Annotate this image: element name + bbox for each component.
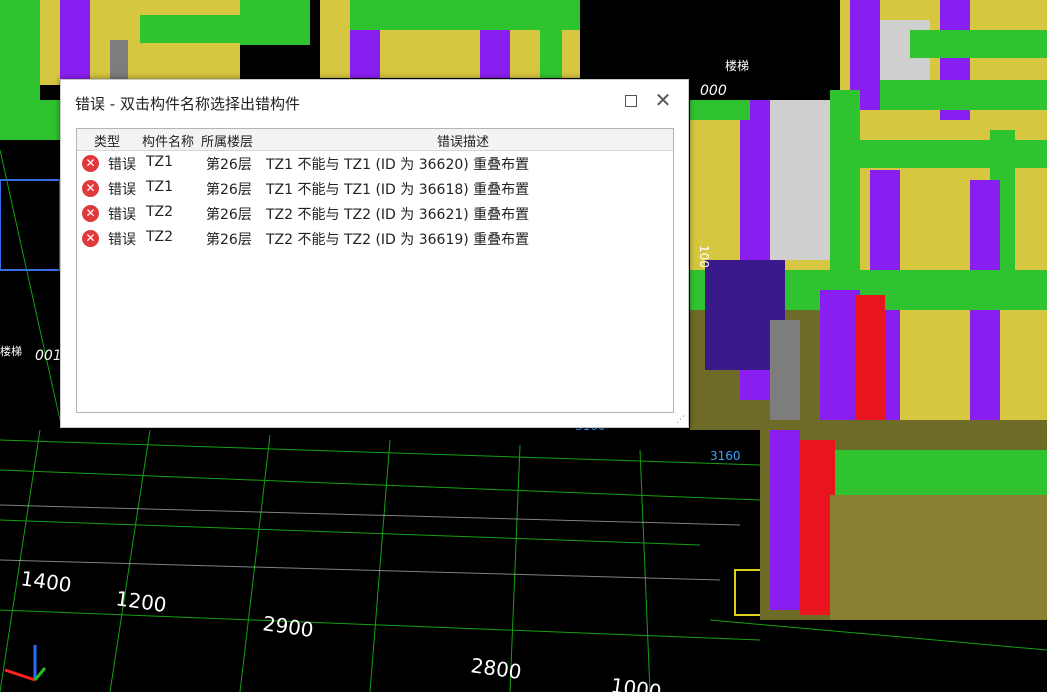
column-header-desc[interactable]: 错误描述 — [437, 131, 489, 150]
cell-name[interactable]: TZ1 — [146, 179, 173, 195]
cell-floor: 第26层 — [206, 232, 252, 248]
cell-desc: TZ2 不能与 TZ2 (ID 为 36619) 重叠布置 — [266, 232, 530, 248]
cell-desc: TZ2 不能与 TZ2 (ID 为 36621) 重叠布置 — [266, 207, 530, 223]
cell-desc: TZ1 不能与 TZ1 (ID 为 36620) 重叠布置 — [266, 157, 530, 173]
error-x-icon: ✕ — [82, 155, 99, 172]
cell-type: 错误 — [108, 232, 136, 248]
column-header-name[interactable]: 构件名称 — [142, 131, 194, 150]
column-header-type[interactable]: 类型 — [94, 131, 120, 150]
close-button[interactable]: ✕ — [653, 90, 673, 110]
label-stair: 楼梯 — [725, 58, 749, 73]
table-row[interactable]: ✕ 错误 TZ2 第26层 TZ2 不能与 TZ2 (ID 为 36619) 重… — [77, 226, 673, 251]
error-dialog: 错误 - 双击构件名称选择出错构件 ✕ 类型 构件名称 所属楼层 错误描述 ✕ … — [60, 79, 689, 428]
label-3160: 3160 — [710, 449, 741, 463]
resize-grip-icon[interactable]: ⋰ — [676, 415, 686, 425]
error-x-icon: ✕ — [82, 230, 99, 247]
label-100: 100 — [697, 245, 711, 268]
cell-type: 错误 — [108, 182, 136, 198]
error-x-icon: ✕ — [82, 180, 99, 197]
cell-floor: 第26层 — [206, 182, 252, 198]
table-row[interactable]: ✕ 错误 TZ2 第26层 TZ2 不能与 TZ2 (ID 为 36621) 重… — [77, 201, 673, 226]
cell-name[interactable]: TZ2 — [146, 204, 173, 220]
cell-desc: TZ1 不能与 TZ1 (ID 为 36618) 重叠布置 — [266, 182, 530, 198]
table-row[interactable]: ✕ 错误 TZ1 第26层 TZ1 不能与 TZ1 (ID 为 36618) 重… — [77, 176, 673, 201]
maximize-button[interactable] — [621, 90, 641, 110]
error-x-icon: ✕ — [82, 205, 99, 222]
cell-floor: 第26层 — [206, 157, 252, 173]
cell-type: 错误 — [108, 207, 136, 223]
cell-floor: 第26层 — [206, 207, 252, 223]
list-header: 类型 构件名称 所属楼层 错误描述 — [77, 129, 673, 151]
label-stair-2: 楼梯 — [0, 344, 22, 358]
error-list[interactable]: 类型 构件名称 所属楼层 错误描述 ✕ 错误 TZ1 第26层 TZ1 不能与 … — [76, 128, 674, 413]
label-000: 000 — [700, 83, 727, 99]
dialog-title: 错误 - 双击构件名称选择出错构件 — [75, 95, 300, 113]
column-header-floor[interactable]: 所属楼层 — [201, 131, 253, 150]
cell-name[interactable]: TZ2 — [146, 229, 173, 245]
label-001: 001 — [35, 348, 62, 364]
table-row[interactable]: ✕ 错误 TZ1 第26层 TZ1 不能与 TZ1 (ID 为 36620) 重… — [77, 151, 673, 176]
cell-type: 错误 — [108, 157, 136, 173]
cell-name[interactable]: TZ1 — [146, 154, 173, 170]
